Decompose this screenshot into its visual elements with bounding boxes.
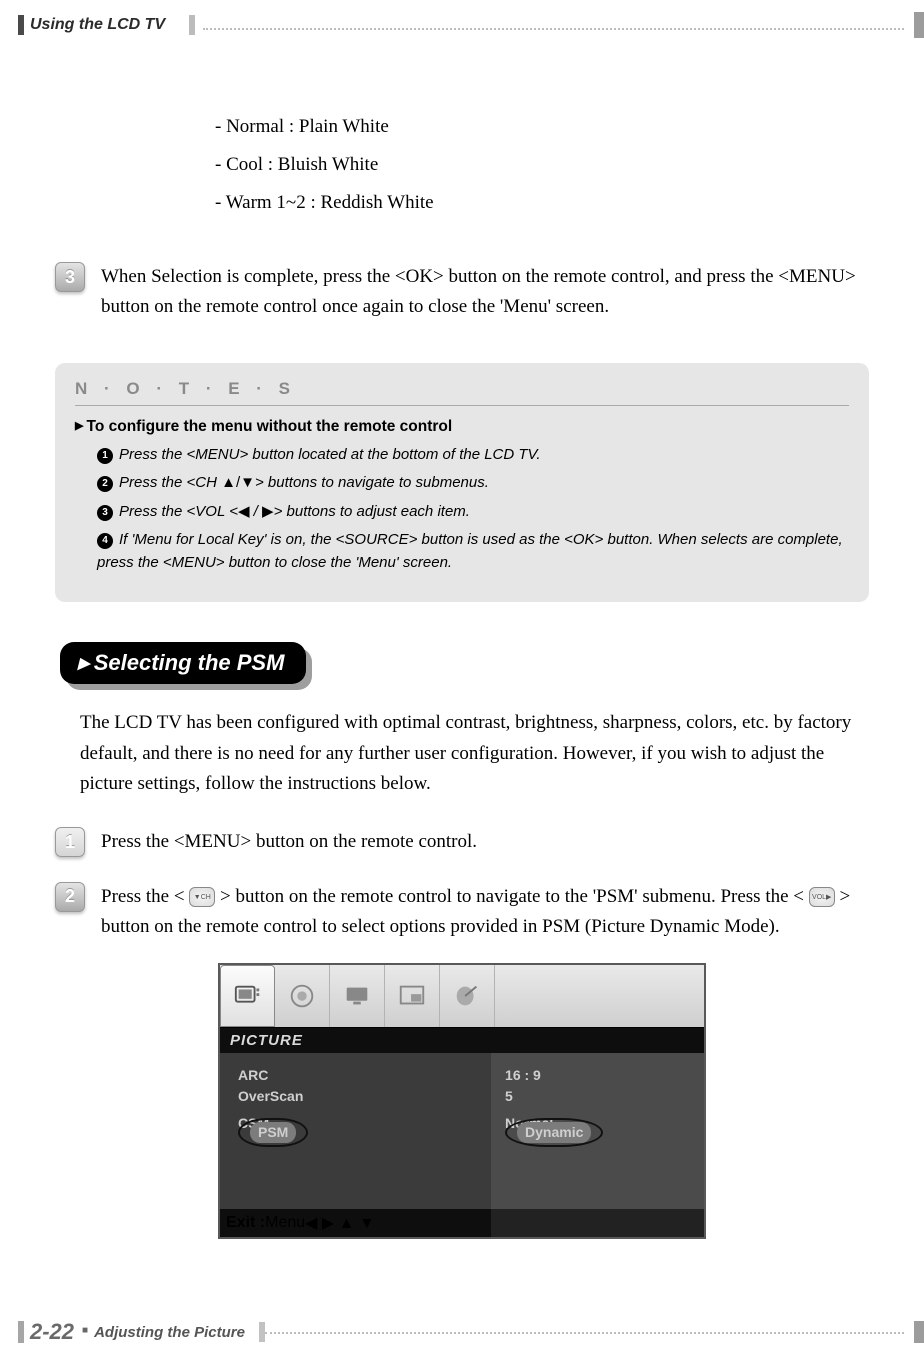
step-number-badge: 2	[55, 882, 85, 912]
osd-menu-button[interactable]: Menu	[265, 1214, 305, 1232]
step-text-part: > button on the remote control to naviga…	[220, 886, 809, 907]
osd-item-arc[interactable]: ARC	[238, 1065, 481, 1086]
header-tick	[18, 15, 24, 35]
notes-item: 4If 'Menu for Local Key' is on, the <SOU…	[97, 529, 849, 574]
ch-nav-icon: ▼CH	[189, 887, 215, 907]
page-header: Using the LCD TV	[0, 0, 924, 38]
pip-icon	[397, 981, 427, 1011]
color-mode-item: - Warm 1~2 : Reddish White	[215, 184, 924, 222]
step-text-part: Press the <	[101, 886, 189, 907]
osd-value-psm-label: Dynamic	[517, 1122, 591, 1143]
osd-tab-sound[interactable]	[275, 965, 330, 1027]
osd-footer-right	[491, 1209, 704, 1237]
step-number-badge: 1	[55, 827, 85, 857]
section-heading-psm: Selecting the PSM	[60, 642, 306, 684]
osd-nav-arrows: ◀ ▶ ▲ ▼	[305, 1213, 375, 1233]
step-number-badge: 3	[55, 262, 85, 292]
heading-tag: Selecting the PSM	[60, 642, 306, 684]
step-3: 3 When Selection is complete, press the …	[55, 262, 924, 323]
header-rightcap	[914, 12, 924, 38]
osd-menu-labels: ARC OverScan CSM PSM	[220, 1053, 491, 1209]
notes-title: To configure the menu without the remote…	[75, 418, 849, 436]
header-section: Using the LCD TV	[30, 16, 181, 34]
color-mode-list: - Normal : Plain White - Cool : Bluish W…	[215, 108, 924, 222]
header-divider	[189, 15, 195, 35]
footer-rightcap	[914, 1321, 924, 1343]
footer-square-icon: ■	[82, 1325, 94, 1336]
psm-intro: The LCD TV has been configured with opti…	[80, 708, 864, 799]
notes-panel: N · O · T · E · S To configure the menu …	[55, 363, 869, 603]
osd-tab-screen[interactable]	[330, 965, 385, 1027]
notes-bullet-4: 4	[97, 533, 113, 549]
osd-value-arc: 16 : 9	[505, 1065, 694, 1086]
osd-title: PICTURE	[220, 1027, 704, 1053]
vol-nav-icon: VOL▶	[809, 887, 835, 907]
step-text: Press the < ▼CH > button on the remote c…	[101, 882, 884, 943]
psm-step-2: 2 Press the < ▼CH > button on the remote…	[55, 882, 924, 943]
dish-icon	[452, 981, 482, 1011]
notes-item-text: Press the <VOL <◀ / ▶> buttons to adjust…	[119, 503, 470, 520]
footer-section: Adjusting the Picture	[94, 1324, 259, 1341]
osd-tab-pip[interactable]	[385, 965, 440, 1027]
footer-tick	[18, 1321, 24, 1343]
step-text: When Selection is complete, press the <O…	[101, 262, 884, 323]
osd-tab-picture[interactable]	[220, 965, 275, 1027]
color-mode-item: - Cool : Bluish White	[215, 146, 924, 184]
notes-item-text: If 'Menu for Local Key' is on, the <SOUR…	[97, 531, 843, 571]
monitor-icon	[342, 981, 372, 1011]
tv-icon	[233, 981, 263, 1011]
notes-item: 1 Press the <MENU> button located at the …	[97, 444, 849, 467]
osd-menu-values: 16 : 9 5 Normal Dynamic	[491, 1053, 704, 1209]
color-mode-item: - Normal : Plain White	[215, 108, 924, 146]
osd-item-overscan[interactable]: OverScan	[238, 1086, 481, 1107]
step-text: Press the <MENU> button on the remote co…	[101, 827, 477, 857]
notes-item-text: Press the <CH ▲/▼> buttons to navigate t…	[119, 474, 489, 491]
notes-bullet-3: 3	[97, 505, 113, 521]
page-footer: 2-22 ■ Adjusting the Picture	[18, 1319, 924, 1345]
page-number: 2-22	[26, 1319, 82, 1345]
notes-bullet-1: 1	[97, 448, 113, 464]
osd-tab-setup[interactable]	[440, 965, 495, 1027]
osd-footer: Exit : Menu ◀ ▶ ▲ ▼	[220, 1209, 704, 1237]
notes-bullet-2: 2	[97, 476, 113, 492]
osd-screenshot: PICTURE ARC OverScan CSM PSM 16 : 9 5 No…	[218, 963, 706, 1239]
header-dots	[203, 28, 904, 30]
notes-heading: N · O · T · E · S	[75, 379, 849, 406]
notes-item: 2 Press the <CH ▲/▼> buttons to navigate …	[97, 472, 849, 495]
notes-item: 3 Press the <VOL <◀ / ▶> buttons to adjus…	[97, 501, 849, 524]
psm-step-1: 1 Press the <MENU> button on the remote …	[55, 827, 924, 857]
notes-item-text: Press the <MENU> button located at the b…	[119, 446, 541, 463]
osd-tab-row	[220, 965, 704, 1027]
osd-value-overscan: 5	[505, 1086, 694, 1107]
osd-body: ARC OverScan CSM PSM 16 : 9 5 Normal Dyn…	[220, 1053, 704, 1209]
osd-item-psm-label: PSM	[250, 1122, 296, 1143]
footer-dots	[265, 1332, 904, 1334]
osd-exit-label: Exit :	[226, 1214, 265, 1232]
speaker-icon	[287, 981, 317, 1011]
